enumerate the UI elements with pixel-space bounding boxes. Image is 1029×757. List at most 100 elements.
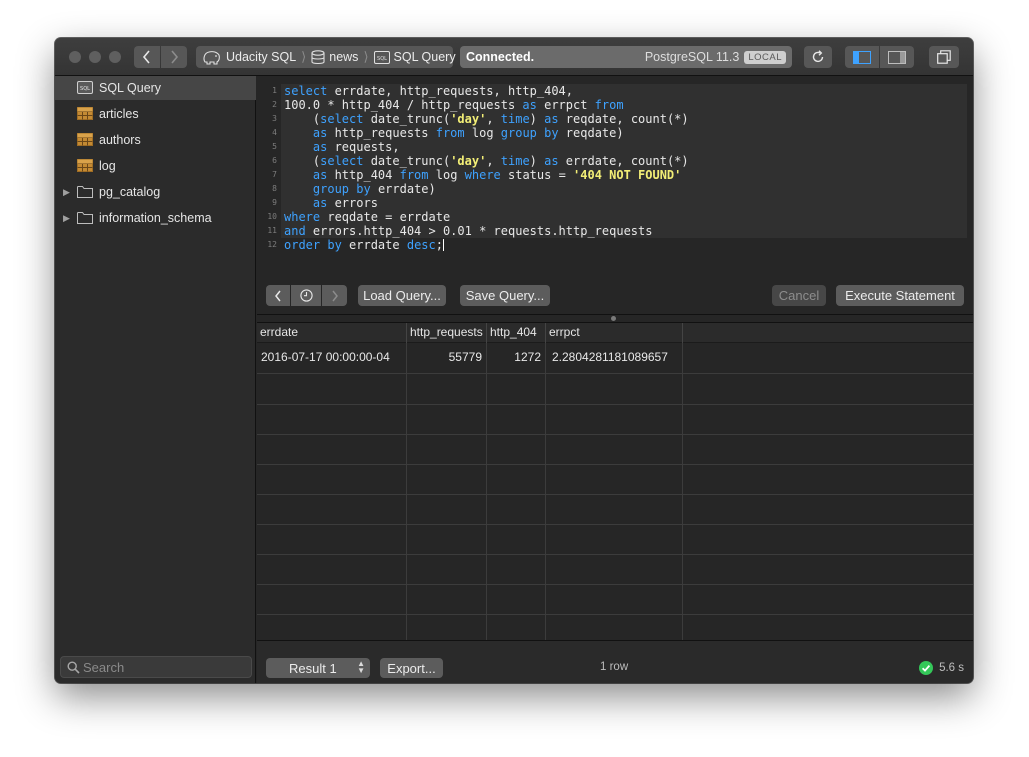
refresh-icon xyxy=(812,50,824,63)
table-row xyxy=(257,435,973,465)
table-row xyxy=(257,405,973,435)
table-row xyxy=(257,585,973,615)
breadcrumb-query-label: SQL Query xyxy=(393,50,456,64)
chevron-right-icon xyxy=(331,290,338,301)
sidebar: SQL SQL Query articles authors log ▶ pg_… xyxy=(55,76,256,683)
table-icon xyxy=(77,133,93,149)
sql-query-icon: SQL xyxy=(373,50,390,64)
breadcrumb: Udacity SQL ⟩ news ⟩ SQL SQL Query xyxy=(196,46,456,68)
table-icon xyxy=(77,107,93,123)
cell-errdate: 2016-07-17 00:00:00-04 xyxy=(261,350,390,364)
svg-text:SQL: SQL xyxy=(377,56,387,62)
query-editor[interactable]: 1 2 3 4 5 6 7 8 9 10 11 12 select errdat… xyxy=(257,76,973,277)
cancel-button[interactable]: Cancel xyxy=(772,285,826,306)
code-line: (select date_trunc('day', time) as errda… xyxy=(284,154,689,168)
breadcrumb-query[interactable]: SQL SQL Query xyxy=(373,50,456,64)
table-row xyxy=(257,525,973,555)
pane-splitter[interactable] xyxy=(257,314,973,323)
code-line: group by errdate) xyxy=(312,182,436,196)
code-line: as errors xyxy=(312,196,378,210)
search-input[interactable] xyxy=(83,659,243,675)
table-row[interactable]: 2016-07-17 00:00:00-04 55779 1272 2.2804… xyxy=(257,344,973,374)
database-icon xyxy=(311,49,325,64)
sidebar-item-label: SQL Query xyxy=(99,81,162,95)
execute-statement-button[interactable]: Execute Statement xyxy=(836,285,964,306)
sidebar-left-icon xyxy=(853,50,871,64)
toggle-sidebar-button[interactable] xyxy=(845,46,879,68)
load-query-button[interactable]: Load Query... xyxy=(358,285,446,306)
minimize-window-button[interactable] xyxy=(89,51,101,63)
local-badge: LOCAL xyxy=(744,50,786,64)
cell-http-requests: 55779 xyxy=(448,350,482,364)
code-text[interactable]: select errdate, http_requests, http_404,… xyxy=(284,84,689,252)
table-icon xyxy=(77,159,93,175)
clock-icon xyxy=(299,289,313,302)
disclosure-triangle-icon[interactable]: ▶ xyxy=(63,187,70,198)
code-line: as requests, xyxy=(312,140,400,154)
results-table: errdate http_requests http_404 errpct 20… xyxy=(257,323,973,640)
history-back-button[interactable] xyxy=(266,285,290,306)
refresh-button[interactable] xyxy=(804,46,832,68)
breadcrumb-separator-icon: ⟩ xyxy=(363,49,369,64)
svg-text:SQL: SQL xyxy=(80,86,90,92)
sidebar-item-label: log xyxy=(99,159,116,173)
checkmark-circle-icon xyxy=(919,661,934,675)
folder-icon xyxy=(77,211,93,227)
navigate-back-button[interactable] xyxy=(134,46,160,68)
sidebar-item-sql-query[interactable]: SQL SQL Query xyxy=(55,76,256,100)
close-window-button[interactable] xyxy=(69,51,81,63)
result-set-select[interactable]: Result 1 ▲ ▼ xyxy=(266,658,370,678)
sidebar-item-label: pg_catalog xyxy=(99,185,161,199)
zoom-window-button[interactable] xyxy=(109,51,121,63)
chevron-left-icon xyxy=(275,290,281,301)
line-number: 2 xyxy=(272,100,277,109)
toggle-details-pane-button[interactable] xyxy=(880,46,914,68)
line-number-gutter: 1 2 3 4 5 6 7 8 9 10 11 12 xyxy=(257,84,277,252)
splitter-handle-icon[interactable] xyxy=(611,316,616,321)
breadcrumb-connection[interactable]: Udacity SQL xyxy=(202,50,296,65)
cell-http-404: 1272 xyxy=(514,350,541,364)
history-forward-button[interactable] xyxy=(322,285,347,306)
line-number: 11 xyxy=(267,226,277,235)
column-header-errpct[interactable]: errpct xyxy=(546,323,683,343)
sidebar-item-pg-catalog[interactable]: ▶ pg_catalog xyxy=(55,180,256,204)
navigate-forward-button[interactable] xyxy=(161,46,187,68)
sidebar-item-authors[interactable]: authors xyxy=(55,128,256,152)
column-header-http-requests[interactable]: http_requests xyxy=(407,323,487,343)
line-number: 12 xyxy=(267,240,277,249)
line-number: 10 xyxy=(267,212,277,221)
elapsed-time: 5.6 s xyxy=(939,662,964,674)
sidebar-item-label: authors xyxy=(99,133,141,147)
table-row xyxy=(257,615,973,640)
search-icon xyxy=(67,661,80,674)
save-query-button[interactable]: Save Query... xyxy=(460,285,550,306)
sidebar-item-log[interactable]: log xyxy=(55,154,256,178)
sidebar-right-icon xyxy=(888,50,906,64)
breadcrumb-database-label: news xyxy=(329,50,359,64)
column-header-http-404[interactable]: http_404 xyxy=(487,323,546,343)
table-header: errdate http_requests http_404 errpct xyxy=(257,323,973,343)
code-line: select errdate, http_requests, http_404, xyxy=(284,84,573,98)
new-window-button[interactable] xyxy=(929,46,959,68)
chevron-right-icon xyxy=(171,50,179,64)
code-line: (select date_trunc('day', time) as reqda… xyxy=(284,112,689,126)
code-line: 100.0 * http_404 / http_requests as errp… xyxy=(284,98,624,112)
breadcrumb-separator-icon: ⟩ xyxy=(301,49,307,64)
line-number: 6 xyxy=(272,156,277,165)
query-history-button[interactable] xyxy=(291,285,321,306)
chevron-left-icon xyxy=(142,50,150,64)
code-line: and errors.http_404 > 0.01 * requests.ht… xyxy=(284,224,653,238)
line-number: 4 xyxy=(272,128,277,137)
sidebar-item-information-schema[interactable]: ▶ information_schema xyxy=(55,206,256,230)
up-down-arrows-icon: ▲ ▼ xyxy=(357,659,365,675)
line-number: 1 xyxy=(272,86,277,95)
sidebar-search xyxy=(60,656,252,678)
sidebar-item-articles[interactable]: articles xyxy=(55,102,256,126)
breadcrumb-database[interactable]: news xyxy=(311,49,359,65)
column-header-errdate[interactable]: errdate xyxy=(257,323,407,343)
breadcrumb-connection-label: Udacity SQL xyxy=(226,50,297,64)
disclosure-triangle-icon[interactable]: ▶ xyxy=(63,213,70,224)
cell-errpct: 2.2804281181089657 xyxy=(552,350,668,364)
code-line: as http_404 from log where status = '404… xyxy=(312,168,682,182)
export-button[interactable]: Export... xyxy=(380,658,443,678)
